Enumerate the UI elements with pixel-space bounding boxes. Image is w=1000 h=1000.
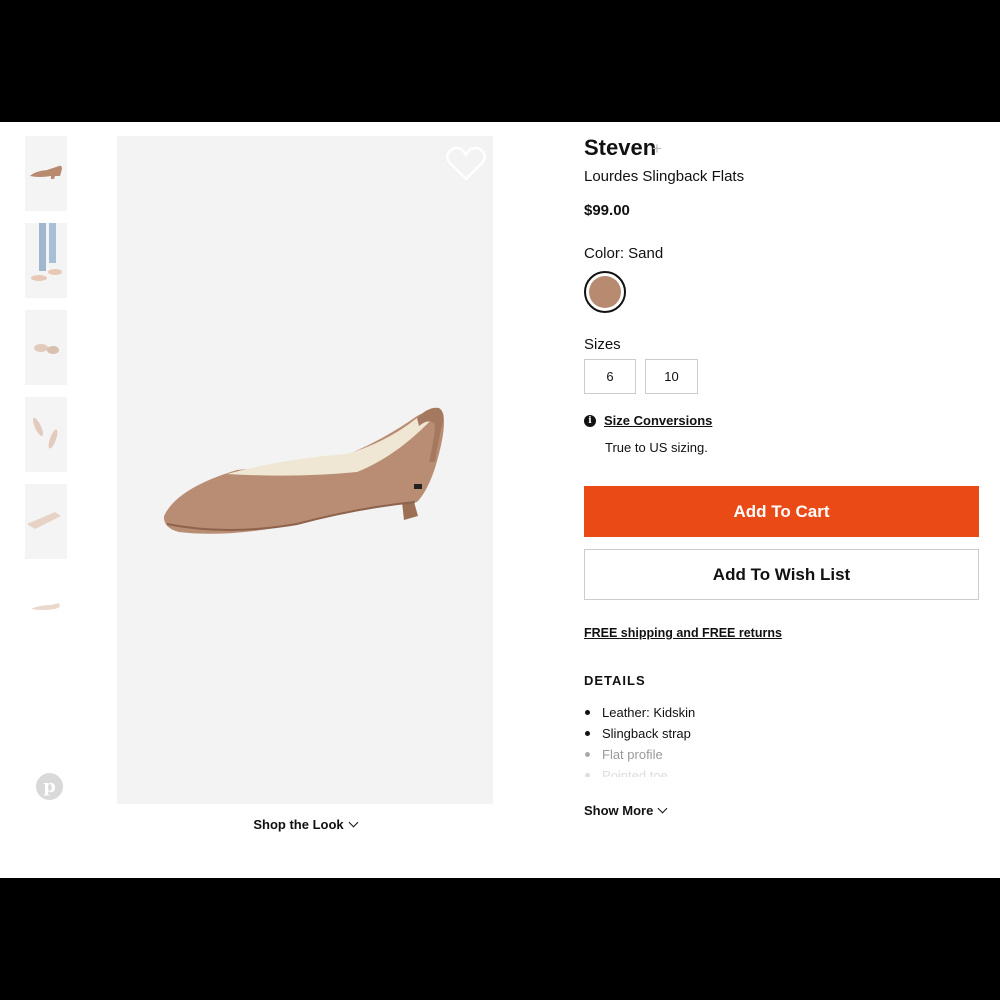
add-to-wish-list-button[interactable]: Add To Wish List — [584, 549, 979, 600]
details-heading: DETAILS — [584, 673, 646, 688]
product-price: $99.00 — [584, 202, 630, 219]
brand-name[interactable]: Steven — [584, 135, 656, 161]
shop-the-look-link[interactable]: Shop the Look — [117, 817, 493, 832]
sizes-label: Sizes — [584, 336, 621, 353]
thumbnail-4[interactable] — [25, 397, 67, 472]
shop-the-look-label: Shop the Look — [253, 817, 344, 832]
thumbnail-1[interactable] — [25, 136, 67, 211]
thumbnail-2[interactable] — [25, 223, 67, 298]
size-option-10[interactable]: 10 — [645, 359, 698, 394]
details-item: Leather: Kidskin — [584, 702, 695, 723]
free-shipping-link[interactable]: FREE shipping and FREE returns — [584, 626, 782, 640]
follow-brand-plus-icon[interactable]: + — [652, 139, 662, 159]
thumbnail-3[interactable] — [25, 310, 67, 385]
size-conversions: i Size Conversions — [584, 413, 712, 428]
shoe-illustration — [163, 407, 445, 534]
details-item: Slingback strap — [584, 723, 695, 744]
show-more-label: Show More — [584, 803, 654, 818]
thumbnail-6[interactable] — [25, 571, 67, 646]
details-item: Flat profile — [584, 744, 695, 765]
size-conversions-link[interactable]: Size Conversions — [604, 413, 712, 428]
pinterest-icon[interactable]: p — [36, 773, 63, 800]
details-list: Leather: Kidskin Slingback strap Flat pr… — [584, 702, 695, 777]
details-item: Pointed toe — [584, 765, 695, 777]
chevron-down-icon — [657, 803, 668, 814]
size-option-6[interactable]: 6 — [584, 359, 636, 394]
product-name: Lourdes Slingback Flats — [584, 168, 745, 185]
color-swatch-sand[interactable] — [584, 271, 626, 313]
thumbnail-5[interactable] — [25, 484, 67, 559]
heart-icon[interactable] — [445, 146, 487, 182]
sizing-note: True to US sizing. — [605, 440, 708, 455]
color-label: Color: Sand — [584, 245, 664, 262]
swatch-fill — [589, 276, 621, 308]
info-icon: i — [584, 414, 596, 427]
add-to-cart-button[interactable]: Add To Cart — [584, 486, 979, 537]
product-page: p Shop the Look Steven + Lourdes Slingba… — [0, 122, 1000, 878]
chevron-down-icon — [348, 817, 359, 828]
main-product-image — [117, 136, 493, 804]
show-more-button[interactable]: Show More — [584, 803, 668, 818]
